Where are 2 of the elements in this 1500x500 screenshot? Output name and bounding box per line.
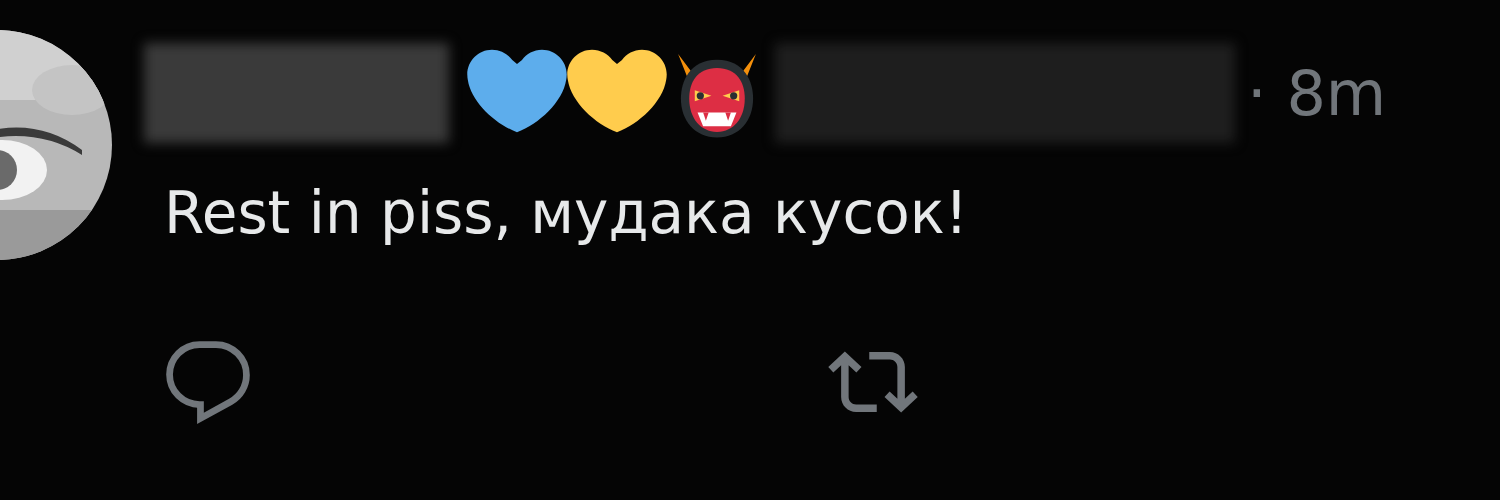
post-text: Rest in piss, мудака кусок!: [164, 179, 970, 247]
post-time: · 8m: [1247, 56, 1387, 130]
